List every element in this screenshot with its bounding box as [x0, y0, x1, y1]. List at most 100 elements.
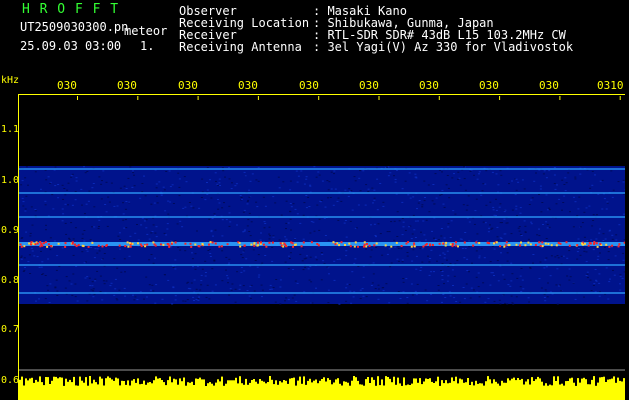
noise-speck: [382, 205, 385, 207]
noise-speck: [608, 281, 611, 283]
noise-speck: [102, 170, 105, 172]
noise-speck: [124, 295, 127, 297]
noise-speck: [23, 269, 26, 271]
signal-line: [19, 216, 625, 218]
noise-speck: [396, 258, 399, 260]
noise-speck: [254, 260, 257, 261]
noise-speck: [437, 289, 440, 291]
noise-speck: [211, 268, 214, 270]
noise-speck: [412, 196, 415, 198]
noise-speck: [98, 219, 101, 221]
x-axis-line: [19, 94, 625, 95]
spectrum-bar: [69, 379, 71, 400]
spectrum-bar: [407, 384, 409, 400]
noise-speck: [588, 240, 591, 242]
noise-speck: [497, 184, 500, 186]
noise-speck: [68, 237, 70, 239]
spectrum-bar: [303, 376, 305, 400]
spectrum-bar: [275, 380, 277, 400]
noise-speck: [289, 203, 292, 204]
spectrum-bar: [115, 377, 117, 400]
noise-speck: [131, 186, 134, 188]
noise-speck: [54, 286, 57, 288]
noise-speck: [269, 235, 272, 237]
noise-speck: [599, 252, 601, 254]
spectrum-bar: [291, 378, 293, 400]
noise-speck: [245, 258, 248, 260]
noise-speck: [430, 249, 433, 251]
noise-speck: [279, 303, 282, 305]
noise-speck: [419, 247, 422, 249]
noise-speck: [373, 199, 376, 201]
noise-speck: [289, 218, 292, 220]
noise-speck: [555, 203, 558, 205]
noise-speck: [235, 183, 238, 185]
spectrum-bar: [451, 377, 453, 400]
noise-speck: [269, 284, 272, 286]
noise-speck: [415, 177, 418, 179]
scale-label: 1.: [140, 39, 155, 53]
noise-speck: [578, 196, 581, 198]
noise-speck: [91, 187, 94, 189]
noise-speck: [216, 183, 219, 185]
noise-speck: [559, 284, 561, 286]
noise-speck: [168, 170, 171, 172]
spectrum-bar: [259, 379, 261, 400]
noise-speck: [583, 247, 586, 249]
noise-speck: [99, 275, 102, 277]
signal-hit: [400, 245, 403, 247]
noise-speck: [136, 299, 139, 301]
noise-speck: [399, 298, 402, 299]
noise-speck: [327, 289, 330, 291]
noise-speck: [462, 287, 465, 288]
noise-speck: [338, 303, 341, 305]
noise-speck: [72, 238, 75, 240]
noise-speck: [487, 231, 490, 233]
spectrum-bar: [271, 379, 273, 400]
noise-speck: [589, 187, 592, 189]
noise-speck: [294, 208, 297, 210]
noise-speck: [539, 185, 542, 187]
noise-speck: [595, 280, 598, 282]
spectrum-bar: [539, 378, 541, 400]
noise-speck: [251, 173, 254, 175]
noise-speck: [515, 296, 518, 298]
noise-speck: [257, 180, 260, 182]
noise-speck: [45, 224, 47, 226]
noise-speck: [433, 203, 436, 205]
noise-speck: [478, 296, 481, 298]
spectrum-bar: [575, 385, 577, 400]
noise-speck: [99, 291, 102, 292]
noise-speck: [174, 259, 177, 261]
spectrum-bar: [177, 384, 179, 400]
noise-speck: [221, 235, 224, 237]
noise-speck: [365, 296, 368, 298]
noise-speck: [463, 298, 466, 300]
noise-speck: [145, 296, 148, 298]
noise-speck: [381, 254, 384, 256]
noise-speck: [90, 247, 93, 248]
noise-speck: [393, 175, 395, 177]
noise-speck: [489, 284, 492, 286]
noise-speck: [326, 266, 329, 268]
spectrum-bar: [373, 379, 375, 400]
spectrum-bar: [173, 378, 175, 400]
noise-speck: [90, 289, 93, 291]
x-tick-mark: [619, 96, 621, 100]
noise-speck: [40, 250, 42, 252]
noise-speck: [382, 290, 385, 292]
spectrum-bar: [371, 377, 373, 400]
noise-speck: [441, 301, 443, 303]
noise-speck: [22, 201, 25, 203]
noise-speck: [613, 274, 616, 276]
noise-speck: [607, 251, 610, 253]
spectrum-bar: [335, 379, 337, 400]
noise-speck: [397, 247, 400, 249]
noise-speck: [441, 189, 444, 191]
spectrum-bar: [131, 380, 133, 400]
noise-speck: [623, 239, 625, 241]
noise-speck: [242, 211, 245, 213]
noise-speck: [353, 176, 356, 178]
noise-speck: [272, 235, 275, 237]
noise-speck: [55, 269, 58, 271]
